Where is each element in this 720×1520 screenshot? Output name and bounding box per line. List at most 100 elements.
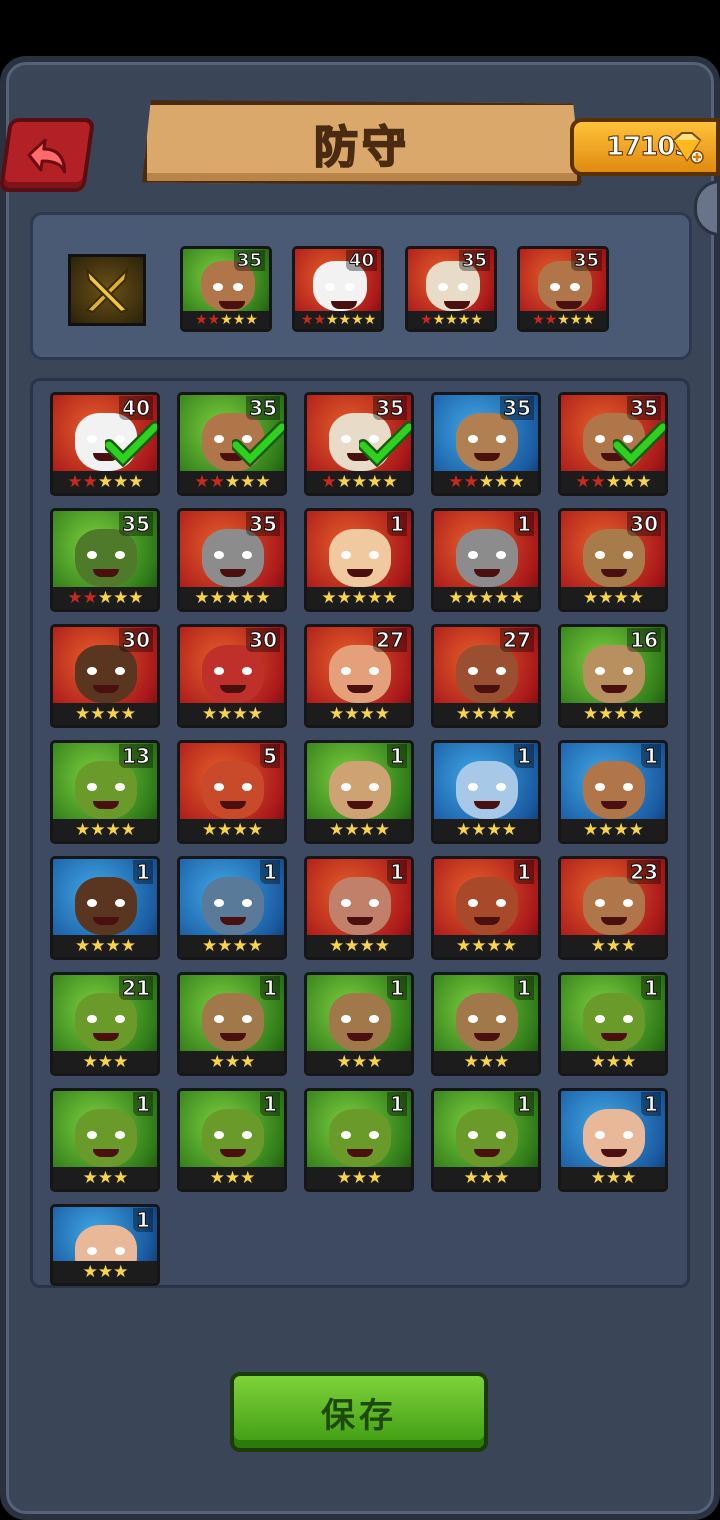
hero-level: 1 — [514, 744, 534, 769]
roster-hero-card[interactable]: 1 ★ ★ ★ ★ ★ — [304, 508, 414, 612]
star-icon: ★ — [463, 588, 479, 608]
hero-portrait — [329, 993, 391, 1051]
portrait-feature — [115, 783, 125, 791]
roster-hero-card[interactable]: 1 ★ ★ ★ ★ — [304, 740, 414, 844]
star-icon: ★ — [463, 1168, 479, 1188]
roster-hero-card[interactable]: 1 ★ ★ ★ — [50, 1204, 160, 1286]
star-icon: ★ — [82, 1262, 98, 1282]
star-icon: ★ — [494, 1168, 509, 1188]
team-hero-card[interactable]: 35 ★ ★ ★ ★ ★ — [405, 246, 497, 332]
star-icon: ★ — [470, 312, 483, 328]
roster-hero-card[interactable]: 1 ★ ★ ★ ★ — [304, 856, 414, 960]
star-icon: ★ — [325, 312, 339, 328]
portrait-feature — [341, 667, 351, 675]
star-icon: ★ — [97, 472, 113, 492]
roster-hero-card[interactable]: 21 ★ ★ ★ — [50, 972, 160, 1076]
roster-hero-card[interactable]: 23 ★ ★ ★ — [558, 856, 668, 960]
portrait-feature — [496, 1131, 506, 1139]
back-button[interactable] — [0, 118, 96, 192]
portrait-feature — [242, 899, 252, 907]
portrait-feature — [242, 551, 252, 559]
star-icon: ★ — [336, 588, 352, 608]
portrait-feature — [93, 917, 119, 925]
roster-hero-card[interactable]: 30 ★ ★ ★ ★ — [558, 508, 668, 612]
team-slot[interactable]: 35 ★ ★ ★ ★ ★ — [405, 246, 497, 332]
roster-hero-card[interactable]: 35 ★ ★ ★ ★ ★ — [50, 508, 160, 612]
roster-hero-card[interactable]: 30 ★ ★ ★ ★ — [177, 624, 287, 728]
hero-portrait — [202, 877, 264, 935]
hero-level: 1 — [641, 1092, 661, 1117]
page-title: 防守 — [313, 121, 410, 174]
defense-slot[interactable] — [68, 254, 146, 326]
hero-level: 1 — [133, 1092, 153, 1117]
team-hero-card[interactable]: 35 ★ ★ ★ ★ ★ — [517, 246, 609, 332]
star-icon: ★ — [367, 1052, 382, 1072]
roster-hero-card[interactable]: 1 ★ ★ ★ — [177, 1088, 287, 1192]
roster-hero-card[interactable]: 5 ★ ★ ★ ★ — [177, 740, 287, 844]
roster-hero-card[interactable]: 1 ★ ★ ★ ★ — [177, 856, 287, 960]
portrait-feature — [550, 283, 560, 291]
roster-hero-card[interactable]: 1 ★ ★ ★ — [431, 972, 541, 1076]
roster-hero-card[interactable]: 1 ★ ★ ★ — [304, 1088, 414, 1192]
star-icon: ★ — [509, 588, 524, 608]
star-icon: ★ — [420, 312, 433, 328]
star-icon: ★ — [544, 312, 558, 328]
save-button[interactable]: 保存 — [230, 1372, 488, 1452]
roster-hero-card[interactable]: 1 ★ ★ ★ — [558, 972, 668, 1076]
roster-hero-card[interactable]: 1 ★ ★ ★ ★ ★ — [431, 508, 541, 612]
roster-hero-card[interactable]: 1 ★ ★ ★ ★ — [558, 740, 668, 844]
star-icon: ★ — [338, 312, 352, 328]
portrait-feature — [219, 301, 245, 309]
roster-hero-card[interactable]: 27 ★ ★ ★ ★ — [431, 624, 541, 728]
roster-hero-card[interactable]: 35 ★ ★ ★ ★ ★ — [177, 508, 287, 612]
roster-hero-card[interactable]: 1 ★ ★ ★ — [304, 972, 414, 1076]
roster-hero-card[interactable]: 35 ★ ★ ★ ★ ★ — [558, 392, 668, 496]
roster-hero-card[interactable]: 35 ★ ★ ★ ★ ★ — [177, 392, 287, 496]
roster-hero-card[interactable]: 1 ★ ★ ★ — [177, 972, 287, 1076]
team-hero-card[interactable]: 35 ★ ★ ★ ★ ★ — [180, 246, 272, 332]
roster-hero-card[interactable]: 1 ★ ★ ★ — [558, 1088, 668, 1192]
star-icon: ★ — [105, 936, 121, 956]
star-icon: ★ — [432, 312, 446, 328]
roster-hero-card[interactable]: 1 ★ ★ ★ ★ — [431, 740, 541, 844]
gem-counter[interactable]: 17105 — [570, 118, 720, 176]
team-slot[interactable]: 40 ★ ★ ★ ★ ★ ★ — [292, 246, 384, 332]
portrait-feature — [595, 899, 605, 907]
hero-level: 35 — [570, 250, 602, 272]
portrait-feature — [341, 551, 351, 559]
star-icon: ★ — [255, 588, 270, 608]
roster-hero-card[interactable]: 1 ★ ★ ★ — [50, 1088, 160, 1192]
hero-level: 1 — [260, 1092, 280, 1117]
roster-hero-card[interactable]: 1 ★ ★ ★ — [431, 1088, 541, 1192]
hero-star-rating: ★ ★ ★ ★ ★ — [183, 311, 269, 329]
hero-star-rating: ★ ★ ★ ★ ★ — [180, 471, 284, 493]
crossed-swords-icon — [85, 266, 129, 314]
star-icon: ★ — [75, 820, 90, 840]
roster-hero-card[interactable]: 30 ★ ★ ★ ★ — [50, 624, 160, 728]
roster-hero-card[interactable]: 1 ★ ★ ★ ★ — [50, 856, 160, 960]
portrait-feature — [242, 783, 252, 791]
hero-star-rating: ★ ★ ★ ★ — [434, 703, 538, 725]
portrait-feature — [595, 1015, 605, 1023]
roster-hero-card[interactable]: 16 ★ ★ ★ ★ — [558, 624, 668, 728]
portrait-feature — [474, 801, 500, 809]
team-slot[interactable]: 35 ★ ★ ★ ★ ★ — [180, 246, 272, 332]
star-icon: ★ — [590, 1052, 606, 1072]
hero-level: 35 — [458, 250, 490, 272]
team-hero-card[interactable]: 40 ★ ★ ★ ★ ★ ★ — [292, 246, 384, 332]
portrait-feature — [347, 685, 373, 693]
portrait-feature — [347, 917, 373, 925]
team-slot[interactable]: 35 ★ ★ ★ ★ ★ — [517, 246, 609, 332]
portrait-feature — [214, 551, 224, 559]
star-icon: ★ — [255, 472, 270, 492]
roster-hero-card[interactable]: 40 ★ ★ ★ ★ ★ — [50, 392, 160, 496]
portrait-feature — [242, 1131, 252, 1139]
roster-hero-card[interactable]: 13 ★ ★ ★ ★ — [50, 740, 160, 844]
roster-hero-card[interactable]: 1 ★ ★ ★ ★ — [431, 856, 541, 960]
hero-level: 1 — [387, 512, 407, 537]
roster-hero-card[interactable]: 35 ★ ★ ★ ★ ★ — [304, 392, 414, 496]
roster-hero-card[interactable]: 35 ★ ★ ★ ★ ★ — [431, 392, 541, 496]
roster-hero-card[interactable]: 27 ★ ★ ★ ★ — [304, 624, 414, 728]
hero-level: 35 — [627, 396, 661, 421]
hero-star-rating: ★ ★ ★ ★ — [434, 819, 538, 841]
